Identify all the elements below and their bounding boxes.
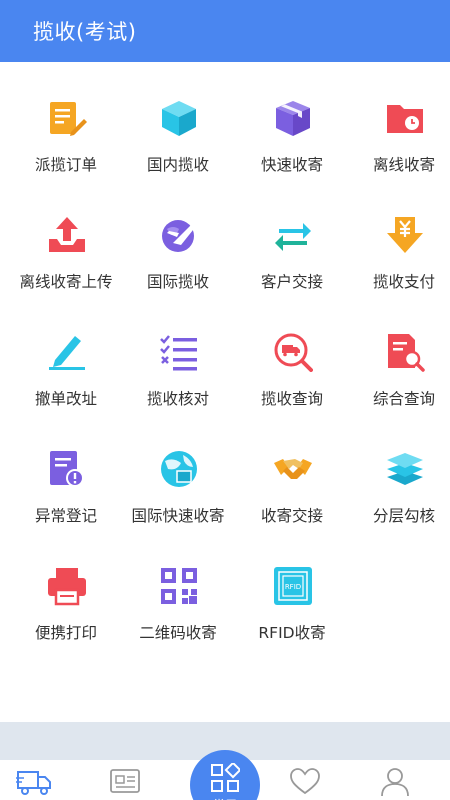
apps-grid-icon <box>211 763 240 792</box>
tile-label: 收寄交接 <box>260 507 323 525</box>
tile-pickup-query[interactable]: 揽收查询 <box>236 296 348 413</box>
qr-code-icon <box>159 566 199 606</box>
tile-label: 异常登记 <box>34 507 97 525</box>
tile-label: 国内揽收 <box>146 156 209 174</box>
tile-label: 派揽订单 <box>34 156 97 174</box>
tile-label: 国际快速收寄 <box>131 507 225 525</box>
upload-tray-icon <box>47 215 87 255</box>
folder-clock-icon <box>385 98 425 138</box>
tile-dispatch-order[interactable]: 派揽订单 <box>10 62 122 179</box>
tile-label: 撤单改址 <box>34 390 97 408</box>
tile-label: 国际揽收 <box>146 273 209 291</box>
edit-pen-icon <box>47 332 87 372</box>
document-alert-icon <box>47 449 87 489</box>
heart-icon <box>290 768 320 795</box>
tab-pickup[interactable] <box>16 766 56 800</box>
tile-international-quick-mailing[interactable]: 国际快速收寄 <box>122 413 234 530</box>
truck-search-icon <box>273 332 313 372</box>
tile-portable-print[interactable]: 便携打印 <box>10 530 122 647</box>
cube-icon <box>159 98 199 138</box>
app-root: 揽收(考试) 派揽订单 国内揽收 快速收寄 离线收寄 离线收寄上传 国际揽收 客… <box>0 0 450 800</box>
tile-label: 离线收寄上传 <box>19 273 113 291</box>
document-search-icon <box>385 332 425 372</box>
globe-box-icon <box>159 449 199 489</box>
tab-card[interactable] <box>108 766 148 800</box>
package-box-icon <box>273 98 313 138</box>
tile-international-pickup[interactable]: 国际揽收 <box>122 179 234 296</box>
rfid-tag-icon: RFID <box>273 566 313 606</box>
tile-label: RFID收寄 <box>258 624 326 642</box>
tile-label: 揽收查询 <box>260 390 323 408</box>
yuan-download-icon <box>385 215 425 255</box>
tile-offline-mailing[interactable]: 离线收寄 <box>348 62 450 179</box>
tile-customer-handover[interactable]: 客户交接 <box>236 179 348 296</box>
delivery-truck-icon <box>16 771 51 795</box>
order-pencil-icon <box>47 98 87 138</box>
tile-pickup-verify[interactable]: 揽收核对 <box>122 296 234 413</box>
tile-label: 客户交接 <box>260 273 323 291</box>
tile-label: 分层勾核 <box>372 507 435 525</box>
id-card-icon <box>110 769 140 793</box>
printer-icon <box>47 566 87 606</box>
tile-cancel-readdress[interactable]: 撤单改址 <box>10 296 122 413</box>
tile-qr-mailing[interactable]: 二维码收寄 <box>122 530 234 647</box>
tile-mailing-handover[interactable]: 收寄交接 <box>236 413 348 530</box>
tile-quick-mailing[interactable]: 快速收寄 <box>236 62 348 179</box>
tile-rfid-mailing[interactable]: RFID RFID收寄 <box>236 530 348 647</box>
rfid-tag-text: RFID <box>285 583 301 591</box>
common-tab-label: 常用 <box>190 796 260 800</box>
tab-profile[interactable] <box>378 766 418 800</box>
tile-label: 离线收寄 <box>372 156 435 174</box>
layers-icon <box>385 449 425 489</box>
tile-pickup-payment[interactable]: 揽收支付 <box>348 179 450 296</box>
globe-plane-icon <box>159 215 199 255</box>
page-title: 揽收(考试) <box>33 20 137 44</box>
function-grid: 派揽订单 国内揽收 快速收寄 离线收寄 离线收寄上传 国际揽收 客户交接 揽收支… <box>0 62 450 722</box>
tile-label: 揽收核对 <box>146 390 209 408</box>
tile-exception-register[interactable]: 异常登记 <box>10 413 122 530</box>
tile-label: 快速收寄 <box>260 156 323 174</box>
tile-label: 揽收支付 <box>372 273 435 291</box>
swap-arrows-icon <box>273 215 313 255</box>
tile-label: 便携打印 <box>34 624 97 642</box>
tile-layered-check[interactable]: 分层勾核 <box>348 413 450 530</box>
tab-favorites[interactable] <box>288 766 328 800</box>
checklist-icon <box>159 332 199 372</box>
tile-label: 综合查询 <box>372 390 435 408</box>
user-icon <box>381 768 409 796</box>
tile-label: 二维码收寄 <box>139 624 217 642</box>
handshake-icon <box>273 449 313 489</box>
tile-general-query[interactable]: 综合查询 <box>348 296 450 413</box>
tile-offline-upload[interactable]: 离线收寄上传 <box>10 179 122 296</box>
top-bar: 揽收(考试) <box>0 0 450 62</box>
tile-domestic-pickup[interactable]: 国内揽收 <box>122 62 234 179</box>
